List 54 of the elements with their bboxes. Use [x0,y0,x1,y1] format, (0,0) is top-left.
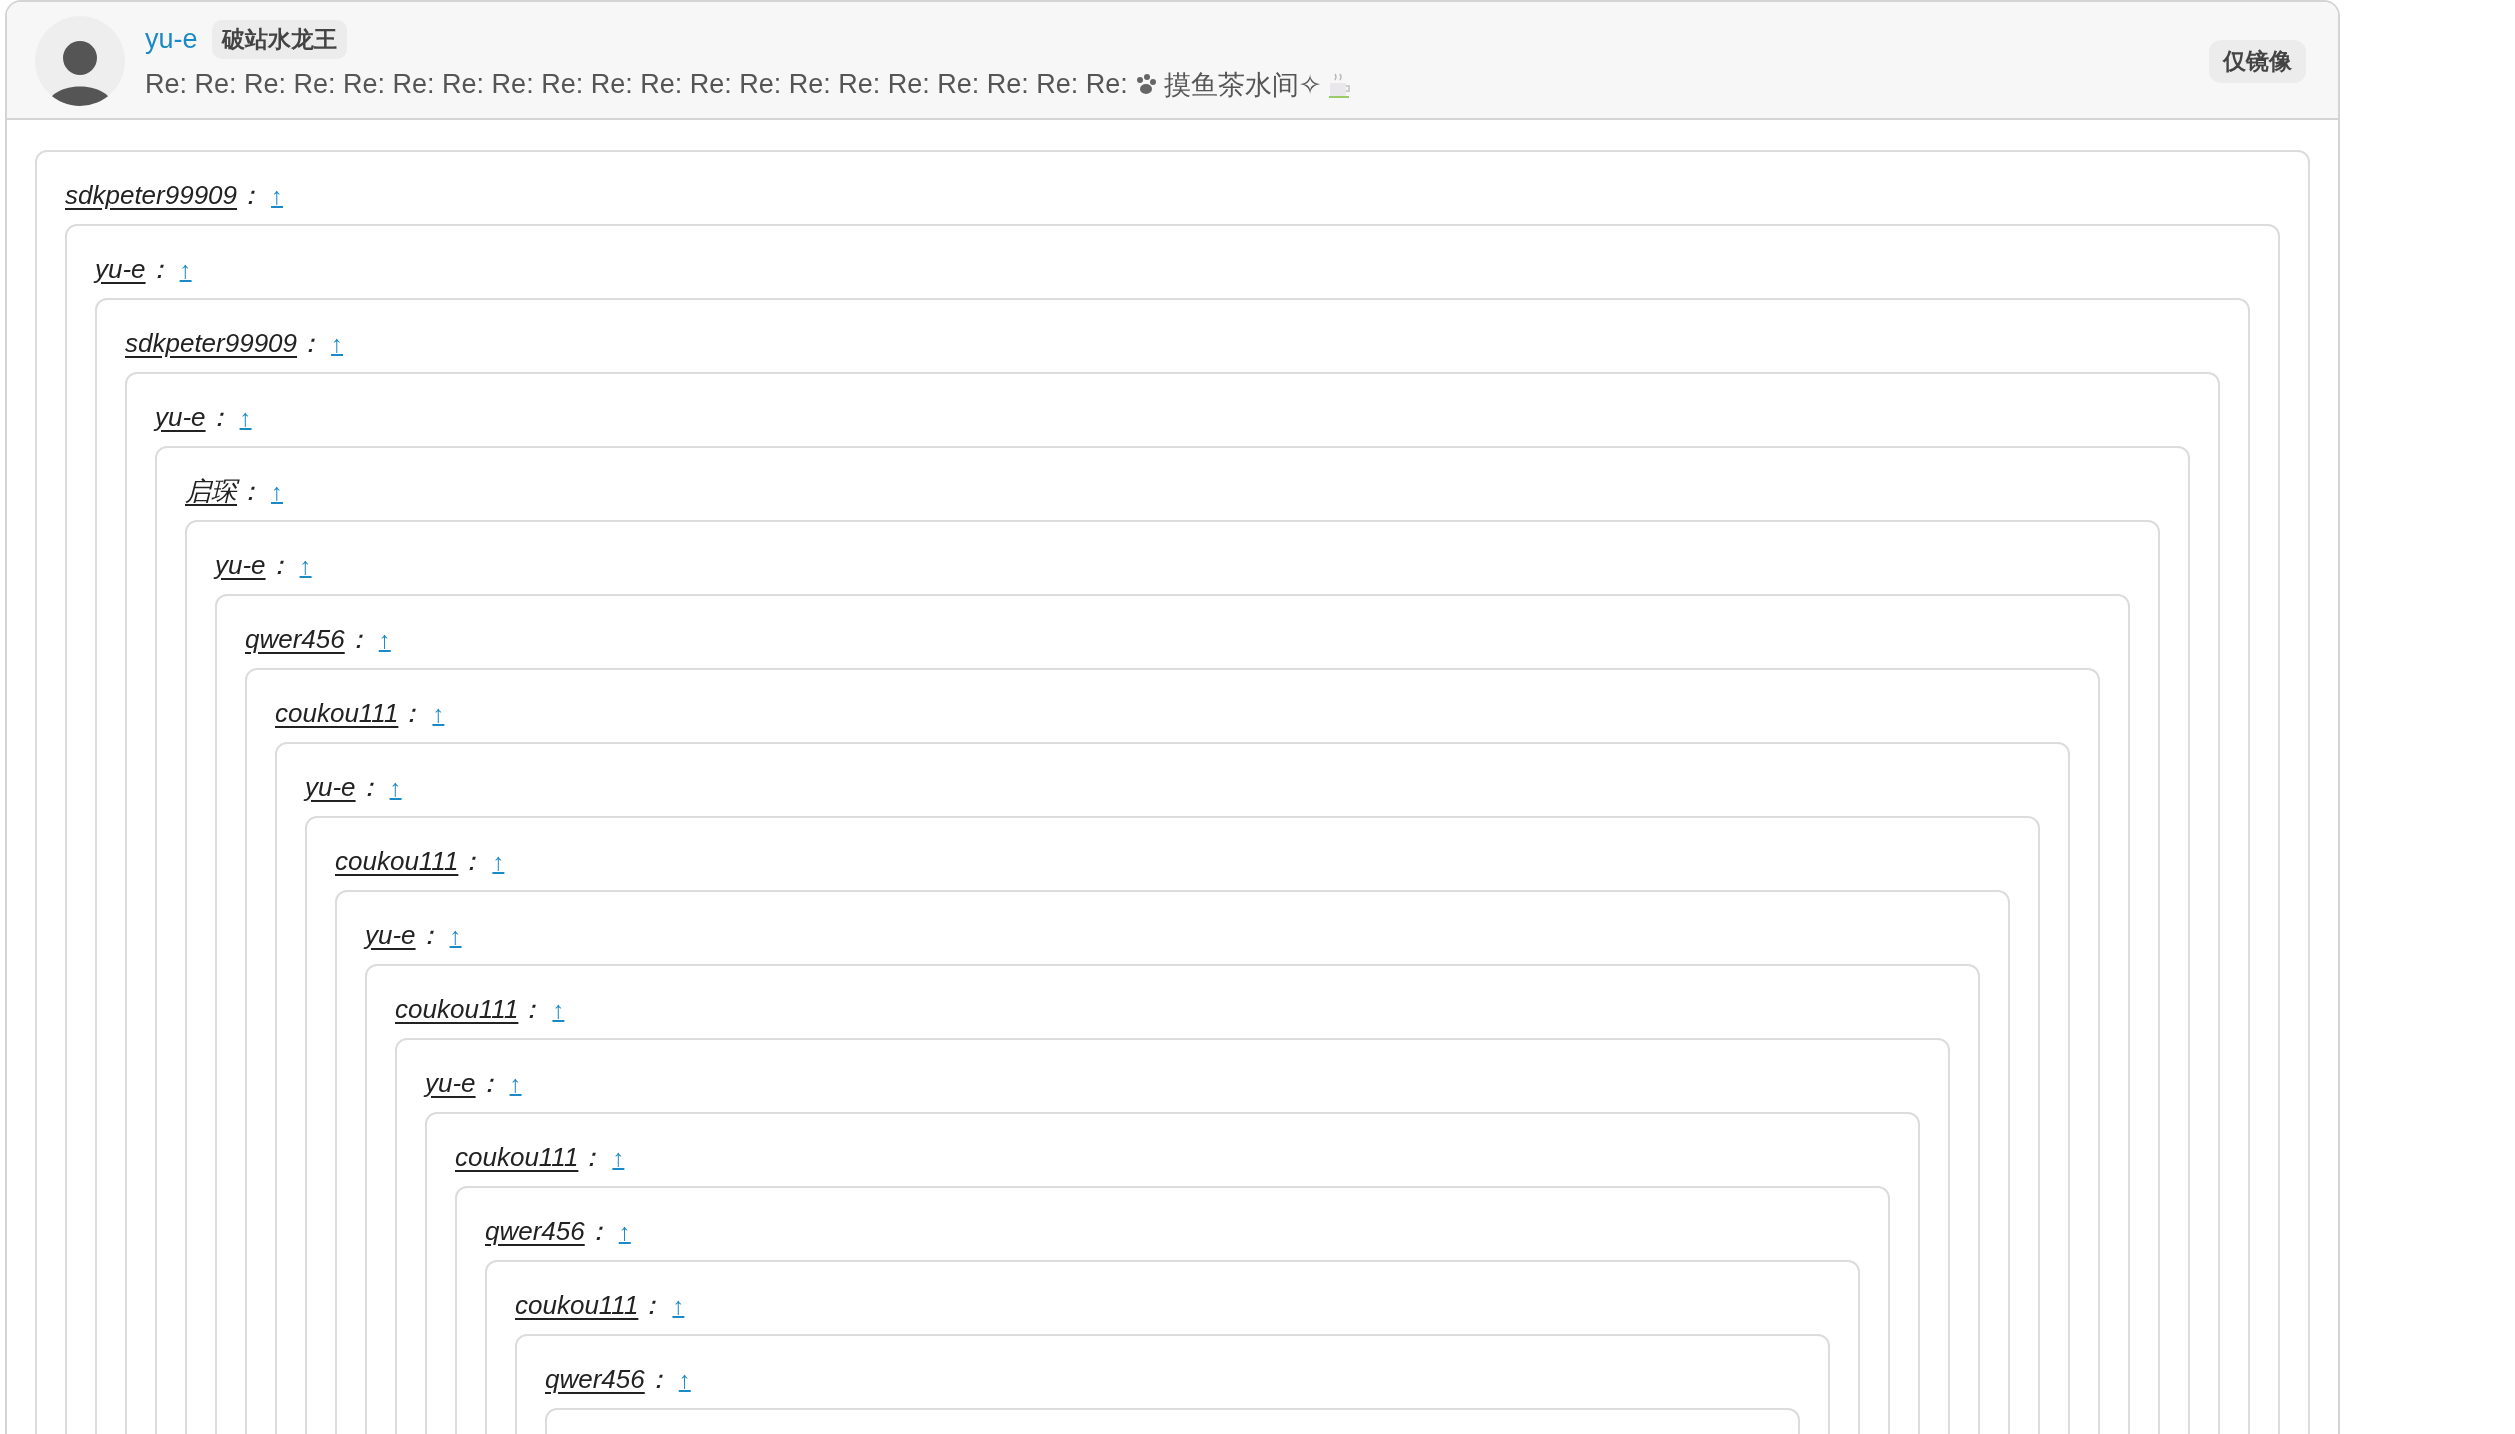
jump-up-link[interactable]: ↑ [509,1069,522,1098]
colon: ： [458,845,485,878]
author-link[interactable]: sdkpeter99909 [65,180,238,211]
author-link[interactable]: qwer456 [485,1216,585,1247]
colon: ： [145,253,172,286]
reply-prefix: Re: Re: Re: Re: Re: Re: Re: Re: Re: Re: Re: Re: Re: Re: Re: Re: Re: Re: Re: Re: [145,69,1128,100]
author-link[interactable]: coukou111 [395,994,519,1025]
jump-up-link[interactable]: ↑ [672,1291,685,1320]
jump-up-link[interactable]: ↑ [432,699,445,728]
mirror-only-tag: 仅镜像 [2209,39,2306,83]
colon: ： [237,179,264,212]
author-link[interactable]: coukou111 [455,1142,579,1173]
author-link[interactable]: qwer456 [245,624,345,655]
author-link[interactable]: yu-e [95,254,146,285]
colon: ： [344,623,371,656]
jump-up-link[interactable]: ↑ [378,625,391,654]
topic-name: 摸鱼茶水间✧ [1163,68,1322,102]
colon: ： [205,401,232,434]
colon: ： [475,1067,502,1100]
colon: ： [578,1141,605,1174]
username-link[interactable]: yu-e [145,23,198,55]
colon: ： [265,549,292,582]
author-link[interactable]: sdkpeter99909 [125,328,298,359]
colon: ： [297,327,324,360]
author-link[interactable]: yu-e [215,550,266,581]
jump-up-link[interactable]: ↑ [618,1217,631,1246]
colon: ： [398,697,425,730]
jump-up-link[interactable]: ↑ [331,329,344,358]
author-link[interactable]: yu-e [305,772,356,803]
author-link[interactable]: yu-e [365,920,416,951]
user-title-badge: 破站水龙王 [211,19,347,59]
author-link[interactable]: coukou111 [275,698,399,729]
jump-up-link[interactable]: ↑ [389,773,402,802]
jump-up-link[interactable]: ↑ [678,1365,691,1394]
jump-up-link[interactable]: ↑ [271,477,283,506]
colon: ： [644,1363,671,1396]
jump-up-link[interactable]: ↑ [612,1143,625,1172]
colon: ： [518,993,545,1026]
author-link[interactable]: yu-e [155,402,206,433]
jump-up-link[interactable]: ↑ [271,181,284,210]
colon: ： [584,1215,611,1248]
jump-up-link[interactable]: ↑ [239,403,252,432]
jump-up-link[interactable]: ↑ [492,847,505,876]
jump-up-link[interactable]: ↑ [449,921,462,950]
author-link[interactable]: coukou111 [515,1290,639,1321]
author-link[interactable]: yu-e [425,1068,476,1099]
colon: ： [415,919,442,952]
colon: ： [638,1289,665,1322]
author-link[interactable]: coukou111 [335,846,459,877]
author-link[interactable]: qwer456 [545,1364,645,1395]
jump-up-link[interactable]: ↑ [179,255,192,284]
colon: ： [355,771,382,804]
jump-up-link[interactable]: ↑ [299,551,312,580]
jump-up-link[interactable]: ↑ [552,995,565,1024]
